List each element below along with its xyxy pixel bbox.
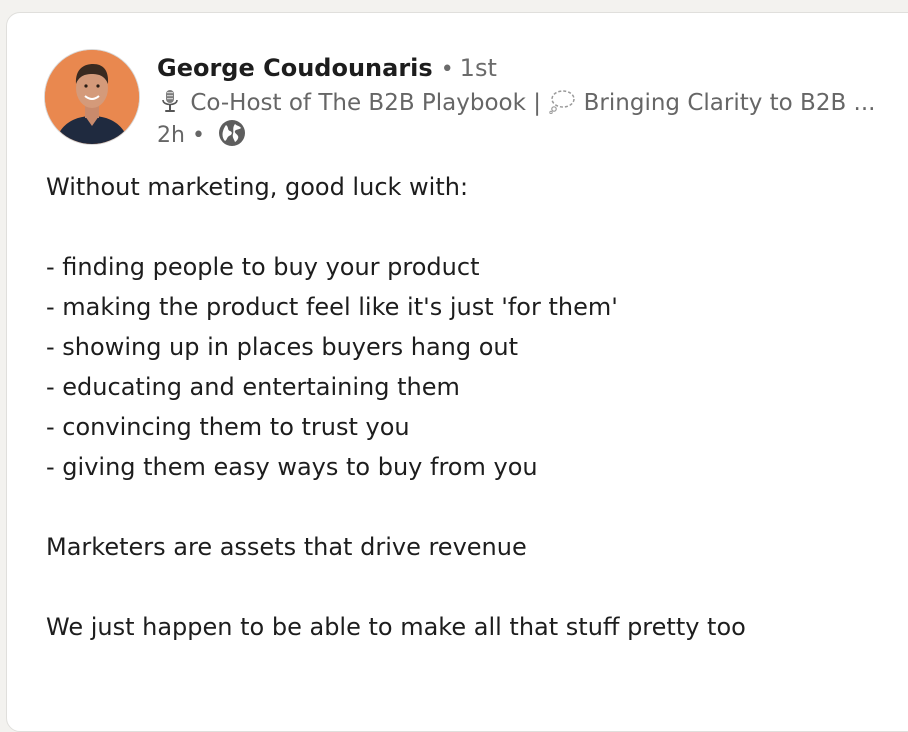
post-paragraph: Marketers are assets that drive revenue	[46, 533, 527, 561]
avatar[interactable]	[44, 49, 140, 145]
post-intro: Without marketing, good luck with:	[46, 173, 469, 201]
list-item: - showing up in places buyers hang out	[46, 333, 519, 361]
post-text: Without marketing, good luck with: - fin…	[46, 167, 896, 647]
microphone-icon	[157, 88, 183, 119]
list-item: - convincing them to trust you	[46, 413, 410, 441]
post-meta: 2h •	[157, 119, 246, 149]
headline-part-2: Bringing Clarity to B2B ...	[583, 90, 876, 116]
list-item: - giving them easy ways to buy from you	[46, 453, 538, 481]
author-headline: Co-Host of The B2B Playbook | Bringing C…	[157, 87, 887, 119]
list-item: - educating and entertaining them	[46, 373, 460, 401]
author-name-row: George Coudounaris • 1st	[157, 51, 497, 85]
headline-part-1: Co-Host of The B2B Playbook |	[190, 90, 542, 116]
post-card: George Coudounaris • 1st Co-Host of The B2…	[6, 12, 908, 732]
list-item: - finding people to buy your product	[46, 253, 480, 281]
thought-bubble-icon	[548, 88, 576, 119]
meta-separator: •	[191, 123, 205, 148]
post-time: 2h	[157, 123, 185, 148]
connection-degree: 1st	[459, 54, 497, 82]
post-paragraph: We just happen to be able to make all th…	[46, 613, 746, 641]
list-item: - making the product feel like it's just…	[46, 293, 618, 321]
globe-icon	[218, 119, 246, 156]
avatar-photo	[45, 50, 139, 144]
author-name[interactable]: George Coudounaris	[157, 54, 433, 82]
name-separator: •	[440, 57, 454, 82]
